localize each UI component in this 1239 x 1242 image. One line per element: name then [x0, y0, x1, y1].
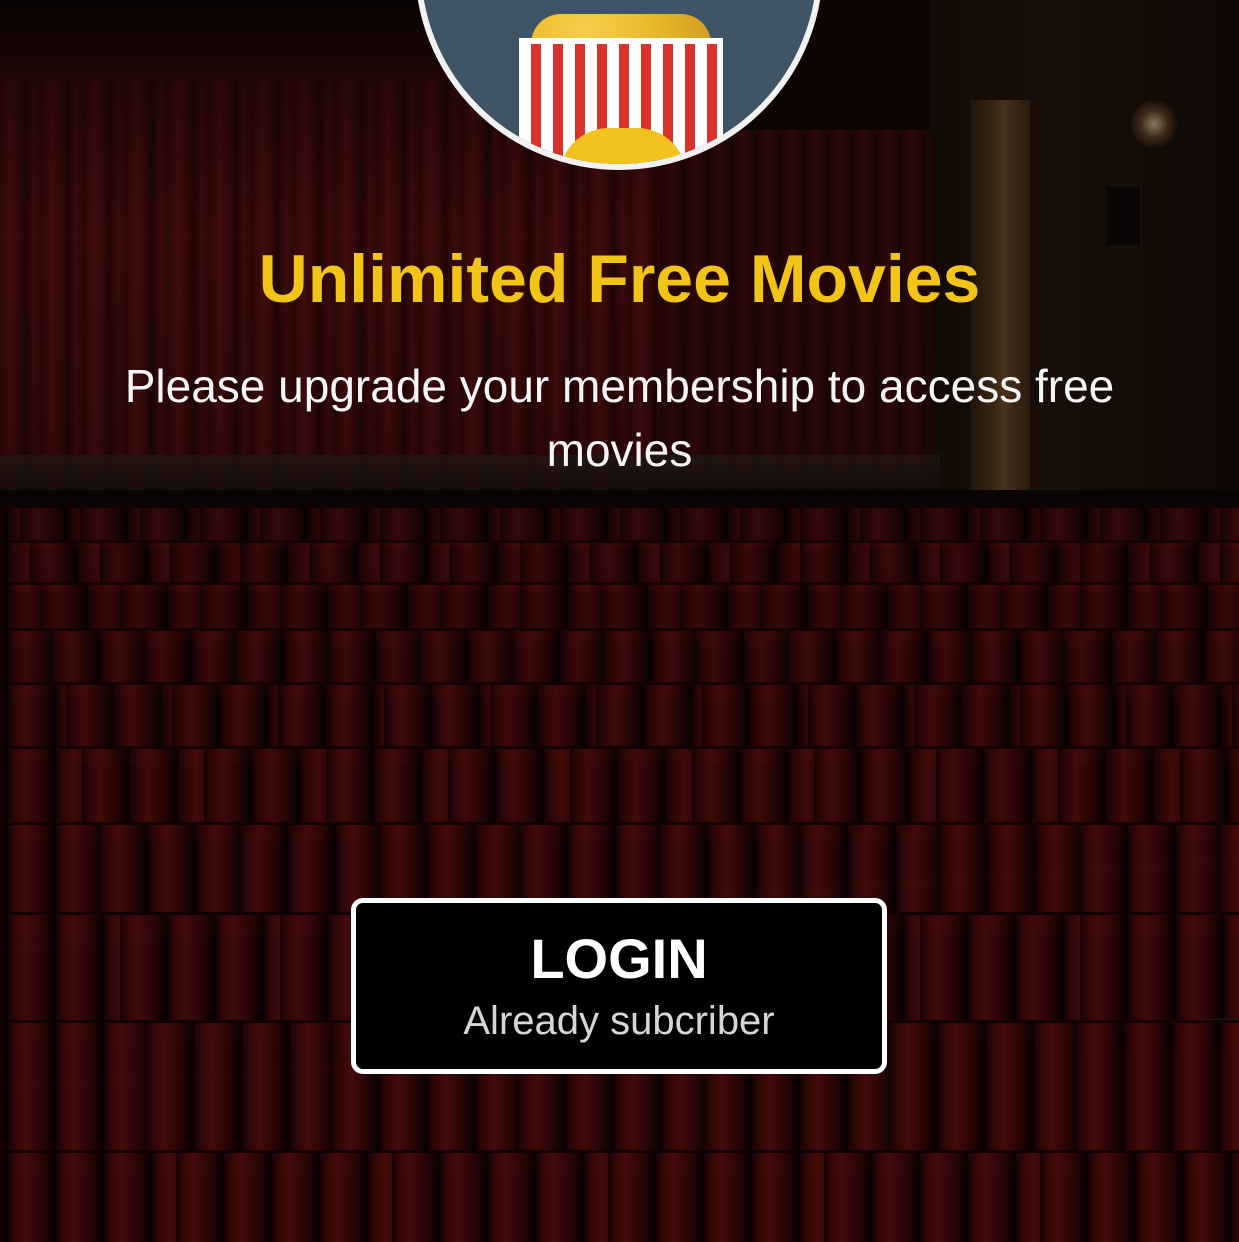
promo-headline: Unlimited Free Movies [258, 241, 981, 317]
login-button-sublabel: Already subcriber [463, 999, 775, 1043]
promo-subtitle: Please upgrade your membership to access… [124, 360, 1115, 476]
upgrade-screen: Unlimited Free Movies Please upgrade you… [0, 0, 1239, 1242]
login-button[interactable]: LOGIN Already subcriber [351, 898, 887, 1074]
login-button-label: LOGIN [530, 927, 708, 990]
